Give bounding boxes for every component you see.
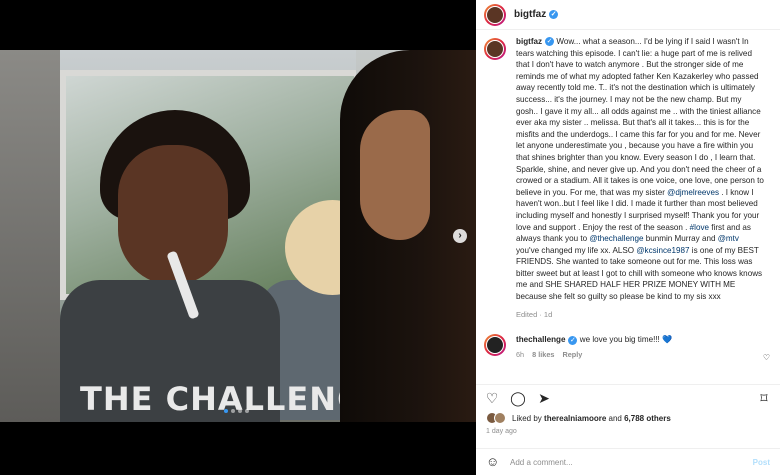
likes-summary: Liked by therealniamoore and 6,788 other… — [486, 412, 671, 424]
comment-time: 6h — [516, 350, 525, 360]
comment-input[interactable] — [510, 457, 753, 467]
mention-link[interactable]: @thechallenge — [589, 234, 643, 243]
post-photo[interactable]: THE CHALLENGE — [0, 50, 476, 422]
post-comment-button[interactable]: Post — [753, 458, 770, 467]
photo-person-foreground-face — [360, 110, 430, 240]
caption: bigtfaz ✓ Wow... what a season... I'd be … — [484, 36, 772, 320]
carousel-dot[interactable] — [231, 409, 235, 413]
verified-icon: ✓ — [545, 37, 555, 47]
blue-heart-emoji: 💙 — [662, 335, 673, 345]
comment-username[interactable]: thechallenge — [516, 335, 565, 344]
carousel-dot[interactable] — [224, 409, 228, 413]
caption-meta: Edited · 1d — [516, 309, 553, 319]
photo-wall-left — [0, 50, 60, 422]
instagram-post-modal: THE CHALLENGE › bigtfaz ✓ bigtfaz ✓ Wow...… — [0, 0, 780, 475]
reply-button[interactable]: Reply — [562, 349, 582, 360]
comment-item: thechallenge ✓ we love you big time!!! 💙 … — [484, 334, 772, 360]
share-icon[interactable]: ➤ — [536, 390, 552, 406]
caption-text: Wow... what a season... I'd be lying if … — [516, 37, 764, 197]
verified-icon: ✓ — [568, 335, 578, 345]
post-username[interactable]: bigtfaz ✓ — [514, 9, 559, 20]
liked-by-user[interactable]: therealniamoore — [544, 414, 606, 423]
caption-text: bunmin Murray and — [643, 234, 718, 244]
emoji-icon[interactable]: ☺ — [486, 455, 500, 469]
comment-text: we love you big time!!! — [579, 335, 663, 345]
comment-likes[interactable]: 8 likes — [532, 349, 554, 360]
post-details-panel: bigtfaz ✓ bigtfaz ✓ Wow... what a season..… — [476, 0, 780, 475]
comment-body: thechallenge ✓ we love you big time!!! 💙 … — [516, 334, 672, 360]
comment-icon[interactable]: ◯ — [510, 390, 526, 406]
likes-count[interactable]: 6,788 others — [624, 414, 671, 423]
carousel-dots — [224, 409, 249, 413]
comments-section[interactable]: bigtfaz ✓ Wow... what a season... I'd be … — [476, 36, 780, 376]
bookmark-icon[interactable]: ⌑ — [756, 390, 772, 406]
caption-body: bigtfaz ✓ Wow... what a season... I'd be … — [516, 36, 764, 320]
post-username-text[interactable]: bigtfaz — [514, 9, 546, 20]
carousel-dot[interactable] — [245, 409, 249, 413]
mention-link[interactable]: @djmelreeves — [667, 188, 719, 197]
comment-meta: 6h 8 likes Reply — [516, 349, 672, 360]
hashtag-link[interactable]: #love — [690, 223, 709, 232]
avatar[interactable] — [484, 3, 506, 26]
avatar[interactable] — [484, 334, 506, 357]
likes-prefix: Liked by — [512, 413, 545, 423]
post-header: bigtfaz ✓ — [476, 0, 780, 30]
likes-text: Liked by therealniamoore and 6,788 other… — [512, 414, 671, 423]
likes-middle: and — [606, 413, 625, 423]
caption-text: you've changed my life xx. ALSO — [516, 245, 637, 255]
action-bar: ♡ ◯ ➤ ⌑ — [476, 384, 780, 410]
carousel-dot[interactable] — [238, 409, 242, 413]
next-slide-button[interactable]: › — [453, 229, 467, 243]
media-area: THE CHALLENGE › — [0, 0, 476, 475]
post-time: 1 day ago — [486, 428, 517, 435]
avatar — [494, 412, 506, 424]
mention-link[interactable]: @kcsince1987 — [636, 246, 689, 255]
caption-username[interactable]: bigtfaz — [516, 37, 542, 46]
heart-icon[interactable]: ♡ — [484, 390, 500, 406]
verified-icon: ✓ — [549, 9, 559, 19]
comment-like-icon[interactable]: ♡ — [763, 353, 770, 362]
add-comment-bar: ☺ Post — [476, 448, 780, 475]
avatar[interactable] — [484, 38, 506, 60]
mention-link[interactable]: @mtv — [718, 234, 739, 243]
